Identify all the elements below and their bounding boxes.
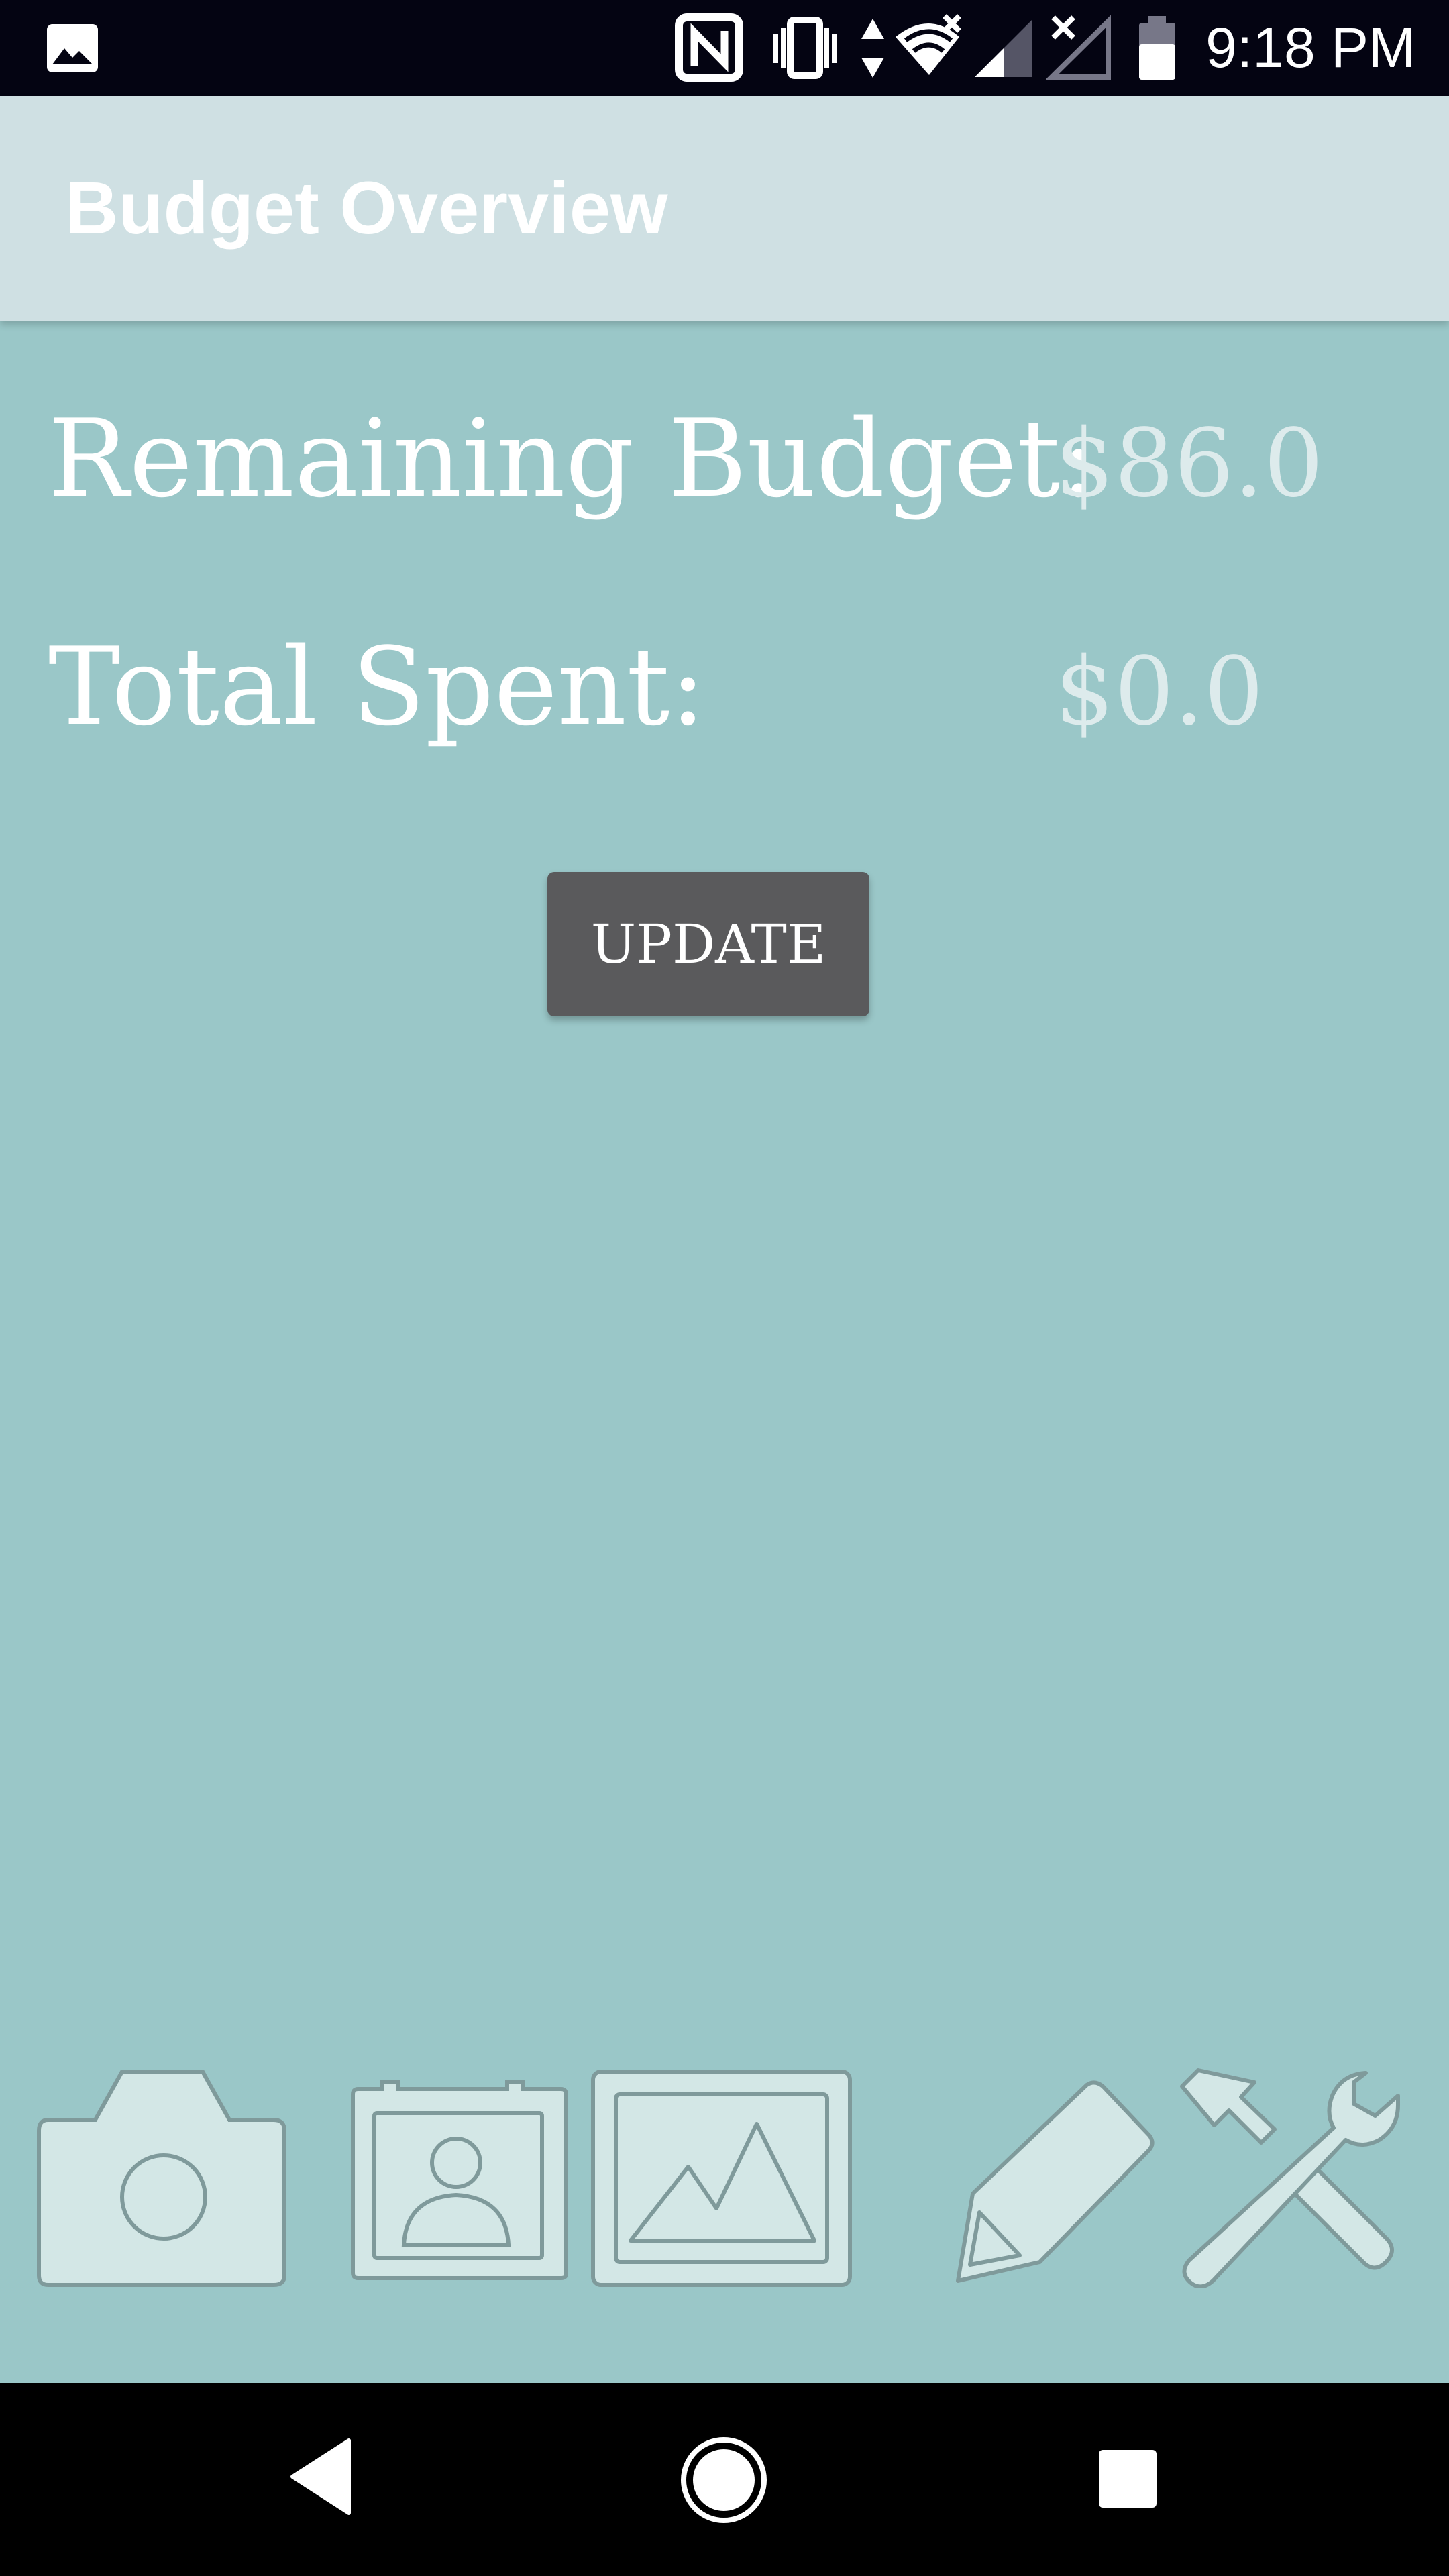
back-button[interactable] [287, 2436, 354, 2517]
screen: 9:18 PM Budget Overview Remaining Budget… [0, 0, 1449, 2576]
nfc-icon [675, 13, 743, 82]
recents-button[interactable] [1097, 2449, 1158, 2509]
cell-signal-icon [975, 20, 1032, 77]
wifi-icon [896, 14, 961, 75]
app-bar: Budget Overview [0, 96, 1449, 321]
contact-card-icon[interactable] [349, 2080, 570, 2281]
settings-tools-icon[interactable] [1174, 2066, 1402, 2288]
total-spent-value: $0.0 [1055, 637, 1264, 747]
data-arrows-icon [861, 19, 884, 78]
gallery-notification-icon [47, 24, 98, 72]
battery-icon [1139, 16, 1175, 80]
status-bar: 9:18 PM [0, 0, 1449, 96]
remaining-budget-value: $86.0 [1055, 409, 1324, 519]
pencil-icon[interactable] [953, 2080, 1161, 2288]
camera-icon[interactable] [35, 2066, 290, 2288]
total-spent-label: Total Spent: [48, 624, 706, 749]
page-title: Budget Overview [65, 167, 668, 250]
image-gallery-icon[interactable] [589, 2068, 854, 2289]
vibrate-icon [773, 17, 837, 79]
status-time: 9:18 PM [1205, 16, 1415, 79]
no-signal-icon [1046, 15, 1111, 80]
home-button[interactable] [679, 2435, 769, 2525]
update-button[interactable]: UPDATE [547, 872, 869, 1016]
navigation-bar [0, 2383, 1449, 2576]
remaining-budget-label: Remaining Budget: [48, 396, 1097, 521]
